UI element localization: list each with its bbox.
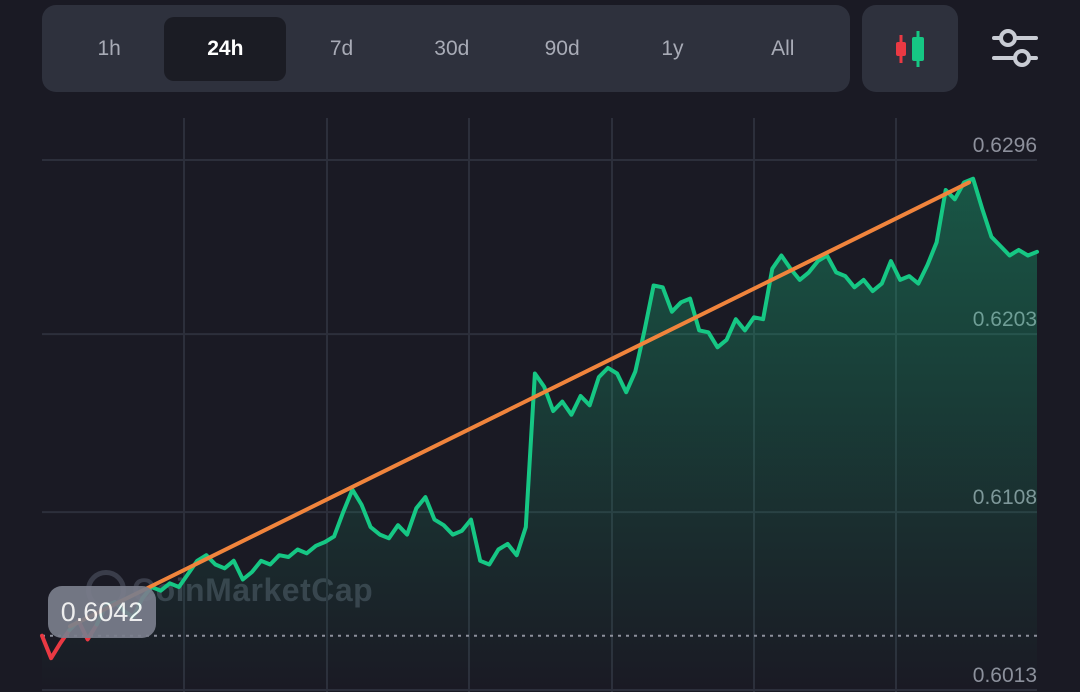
- tab-7d[interactable]: 7d: [286, 17, 396, 81]
- tab-1y[interactable]: 1y: [617, 17, 727, 81]
- series-area: [42, 178, 1037, 690]
- y-tick-label: 0.6296: [973, 134, 1037, 157]
- tab-90d[interactable]: 90d: [507, 17, 617, 81]
- tab-30d[interactable]: 30d: [397, 17, 507, 81]
- candlestick-icon: [896, 30, 924, 67]
- price-chart: 0.62960.62030.61080.6013: [40, 118, 1039, 692]
- current-price-badge: 0.6042: [48, 586, 156, 638]
- tab-all[interactable]: All: [728, 17, 838, 81]
- sliders-icon: [992, 29, 1038, 67]
- current-price-label: 0.6042: [60, 596, 144, 627]
- candlestick-toggle-button[interactable]: [862, 5, 958, 92]
- tab-1h[interactable]: 1h: [54, 17, 164, 81]
- tab-24h[interactable]: 24h: [164, 16, 287, 81]
- chart-settings-button[interactable]: [988, 24, 1042, 72]
- time-range-selector: 1h 24h 7d 30d 90d 1y All: [42, 5, 850, 92]
